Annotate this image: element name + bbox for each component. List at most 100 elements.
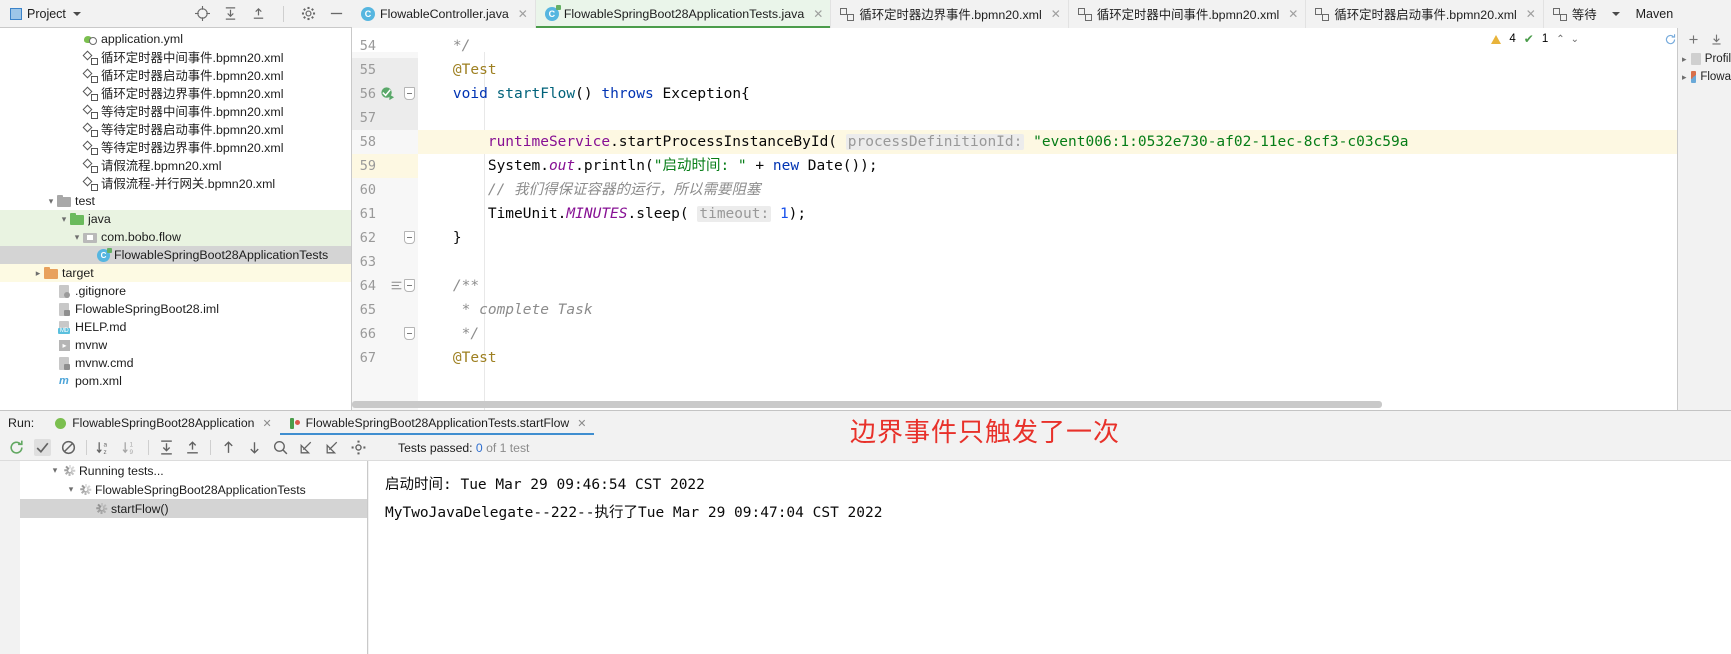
test-tree-node[interactable]: startFlow() xyxy=(20,499,367,518)
chevron-down-icon[interactable]: ▾ xyxy=(45,196,57,207)
project-tree-node[interactable]: ▸ target xyxy=(0,264,351,282)
project-tree-node[interactable]: m pom.xml xyxy=(0,372,351,390)
right-dock-item[interactable]: ▸ Flowa xyxy=(1678,68,1731,86)
close-icon[interactable]: ✕ xyxy=(1051,7,1061,21)
expand-all-icon[interactable] xyxy=(223,6,238,21)
project-tree-node[interactable]: FlowableSpringBoot28.iml xyxy=(0,300,351,318)
test-tree-node[interactable]: ▾ Running tests... xyxy=(20,461,367,480)
close-icon[interactable]: ✕ xyxy=(1288,7,1298,21)
editor-tab[interactable]: C FlowableController.java ✕ xyxy=(352,0,536,28)
rerun-icon[interactable] xyxy=(8,439,25,456)
project-tree-node[interactable]: ▸ mvnw xyxy=(0,336,351,354)
hide-panel-icon[interactable] xyxy=(329,6,344,21)
run-test-gutter-icon[interactable] xyxy=(380,86,395,101)
chevron-down-icon[interactable]: ▾ xyxy=(48,465,62,476)
close-icon[interactable]: ✕ xyxy=(813,7,823,21)
project-tree-node-label: 请假流程-并行网关.bpmn20.xml xyxy=(101,177,276,191)
project-tree-node[interactable]: ▾ com.bobo.flow xyxy=(0,228,351,246)
editor-fold-column[interactable] xyxy=(404,52,418,410)
bpmn-icon-glyph xyxy=(84,70,98,83)
chevron-down-icon[interactable]: ▾ xyxy=(71,232,83,243)
sort-duration-icon[interactable]: 19 xyxy=(122,439,139,456)
search-icon[interactable] xyxy=(272,439,289,456)
javadoc-gutter-icon[interactable] xyxy=(390,279,403,292)
project-toolbar-left: Project xyxy=(0,0,352,28)
code-token: "启动时间: " xyxy=(653,158,747,174)
run-tab[interactable]: FlowableSpringBoot28Application ✕ xyxy=(46,411,279,435)
test-settings-icon[interactable] xyxy=(350,439,367,456)
collapse-all-icon[interactable] xyxy=(184,439,201,456)
maven-tool-window-button[interactable]: Maven xyxy=(1626,0,1684,28)
code-editor[interactable]: 4 ✔ 1 ⌃ ⌄ 54 55 56 57 58 59 60 61 62 63 64 65 66 67 *… xyxy=(352,28,1731,410)
chevron-right-icon[interactable]: ▸ xyxy=(32,268,44,279)
project-tree-node[interactable]: application.yml xyxy=(0,30,351,48)
test-tree-node[interactable]: ▾ FlowableSpringBoot28ApplicationTests xyxy=(20,480,367,499)
editor-horizontal-scrollbar[interactable] xyxy=(352,401,1382,408)
editor-tab[interactable]: 循环定时器边界事件.bpmn20.xml ✕ xyxy=(831,0,1069,28)
shell-script-icon-glyph: ▸ xyxy=(59,339,70,351)
close-icon[interactable]: ✕ xyxy=(577,417,586,430)
project-tree-node[interactable]: 等待定时器启动事件.bpmn20.xml xyxy=(0,120,351,138)
project-tree-node[interactable]: .gitignore xyxy=(0,282,351,300)
refresh-icon[interactable] xyxy=(1664,33,1677,46)
project-tree-node[interactable]: ▾ java xyxy=(0,210,351,228)
add-icon[interactable] xyxy=(1687,33,1700,46)
code-fold-marker[interactable] xyxy=(404,87,415,100)
project-tree-node[interactable]: mvnw.cmd xyxy=(0,354,351,372)
close-icon[interactable]: ✕ xyxy=(518,7,528,21)
project-tree-node[interactable]: C FlowableSpringBoot28ApplicationTests xyxy=(0,246,351,264)
tests-passed-prefix: Tests passed: xyxy=(398,440,476,455)
tab-list-dropdown[interactable] xyxy=(1604,0,1626,28)
project-tree-node[interactable]: 等待定时器边界事件.bpmn20.xml xyxy=(0,138,351,156)
sort-alphabetically-icon[interactable]: az xyxy=(96,439,113,456)
toolbar-divider xyxy=(86,440,87,455)
iml-file-icon xyxy=(57,302,72,317)
project-tree-node[interactable]: HELP.md xyxy=(0,318,351,336)
code-token: .startProcessInstanceById( xyxy=(610,134,846,150)
chevron-right-icon[interactable]: ▸ xyxy=(1682,72,1687,83)
right-dock-item[interactable]: ▸ Profil xyxy=(1678,50,1731,68)
code-fold-marker[interactable] xyxy=(404,279,415,292)
project-tree-node[interactable]: 循环定时器中间事件.bpmn20.xml xyxy=(0,48,351,66)
locate-target-icon[interactable] xyxy=(195,6,210,21)
prev-problem-icon[interactable]: ⌃ xyxy=(1556,34,1564,45)
expand-all-icon[interactable] xyxy=(158,439,175,456)
collapse-all-icon[interactable] xyxy=(251,6,266,21)
run-tab-active[interactable]: FlowableSpringBoot28ApplicationTests.sta… xyxy=(279,411,595,435)
inspection-nav[interactable]: ⌃ ⌄ xyxy=(1556,34,1579,45)
project-tree-node[interactable]: 请假流程.bpmn20.xml xyxy=(0,156,351,174)
next-test-icon[interactable] xyxy=(246,439,263,456)
project-tree-node[interactable]: 请假流程-并行网关.bpmn20.xml xyxy=(0,174,351,192)
project-tool-window-button[interactable]: Project xyxy=(6,5,85,23)
import-tests-icon[interactable] xyxy=(298,439,315,456)
export-tests-icon[interactable] xyxy=(324,439,341,456)
next-problem-icon[interactable]: ⌄ xyxy=(1571,34,1579,45)
chevron-right-icon[interactable]: ▸ xyxy=(1682,54,1687,65)
hide-ignored-icon[interactable] xyxy=(60,439,77,456)
project-tree-node[interactable]: 等待定时器中间事件.bpmn20.xml xyxy=(0,102,351,120)
code-token: timeout: xyxy=(697,206,772,222)
editor-tab[interactable]: 循环定时器启动事件.bpmn20.xml ✕ xyxy=(1306,0,1544,28)
code-fold-marker[interactable] xyxy=(404,231,415,244)
code-fold-marker[interactable] xyxy=(404,327,415,340)
gear-icon[interactable] xyxy=(301,6,316,21)
show-passed-icon[interactable] xyxy=(34,439,51,456)
close-icon[interactable]: ✕ xyxy=(262,417,271,430)
close-icon[interactable]: ✕ xyxy=(1526,7,1536,21)
console-output[interactable]: 启动时间: Tue Mar 29 09:46:54 CST 2022 MyTwo… xyxy=(369,461,1731,654)
java-class-icon: C xyxy=(361,7,375,21)
test-tree-node-label: startFlow() xyxy=(111,501,169,516)
editor-tab[interactable]: 等待 xyxy=(1544,0,1604,28)
editor-tab[interactable]: 循环定时器中间事件.bpmn20.xml ✕ xyxy=(1069,0,1307,28)
download-icon[interactable] xyxy=(1710,33,1723,46)
inspection-status[interactable]: 4 ✔ 1 ⌃ ⌄ xyxy=(1491,32,1579,46)
right-tool-dock: ▸ Profil ▸ Flowa xyxy=(1665,28,1731,410)
project-tree-node[interactable]: ▾ test xyxy=(0,192,351,210)
project-tree-node[interactable]: 循环定时器启动事件.bpmn20.xml xyxy=(0,66,351,84)
prev-test-icon[interactable] xyxy=(220,439,237,456)
chevron-down-icon[interactable]: ▾ xyxy=(58,214,70,225)
code-line: * complete Task xyxy=(418,298,593,322)
chevron-down-icon[interactable]: ▾ xyxy=(64,484,78,495)
project-tree-node[interactable]: 循环定时器边界事件.bpmn20.xml xyxy=(0,84,351,102)
editor-tab-active[interactable]: C FlowableSpringBoot28ApplicationTests.j… xyxy=(535,0,832,28)
